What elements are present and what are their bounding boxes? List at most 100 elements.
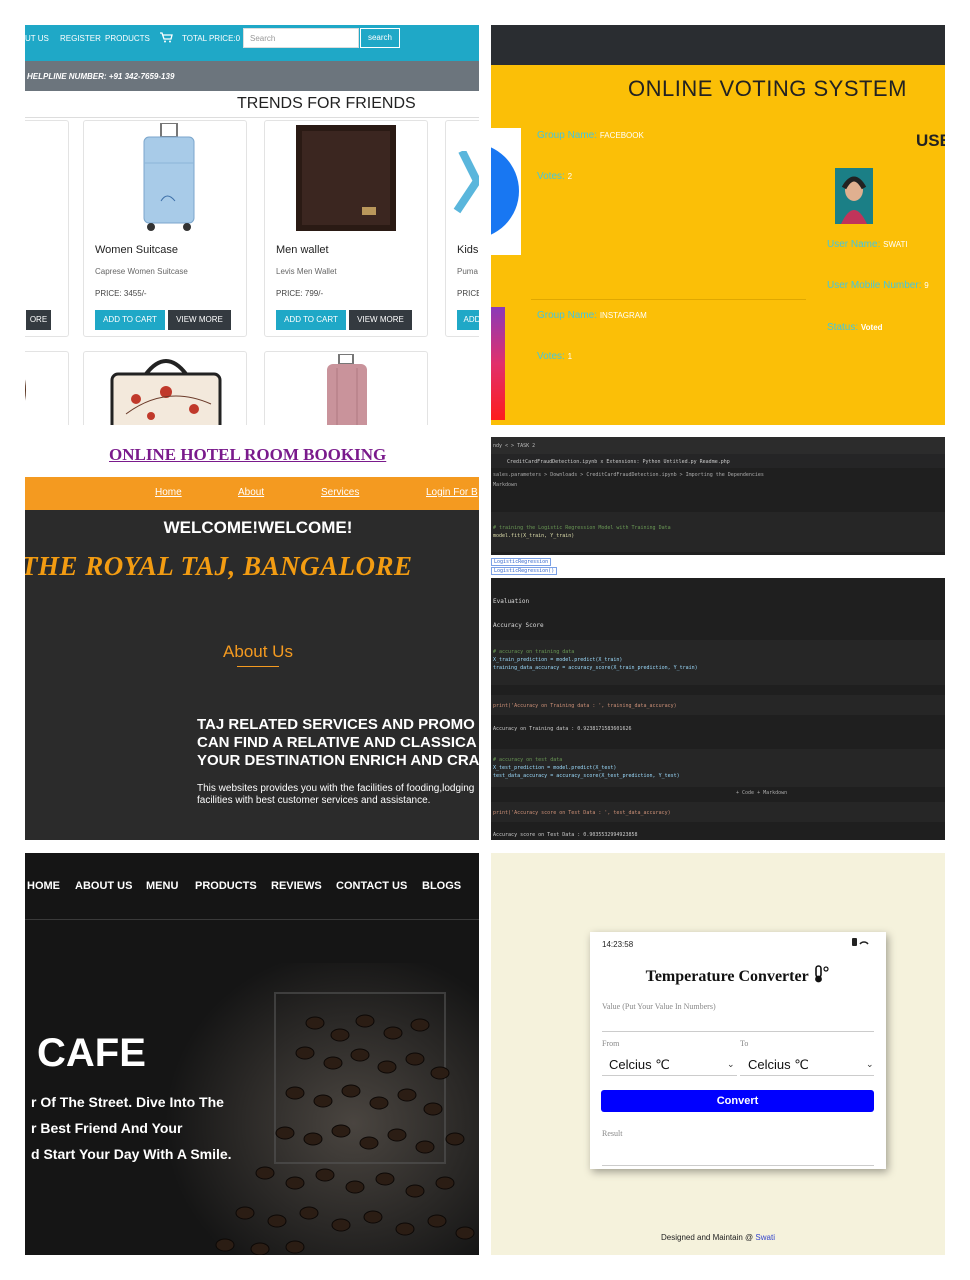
add-to-cart-button[interactable]: ADD TO CART (95, 310, 165, 330)
product-card (264, 351, 428, 425)
suitcase-image (143, 123, 195, 231)
output-gap: LogisticRegression LogisticRegression() (491, 555, 945, 578)
footer: Designed and Maintain @ Swati (491, 1233, 945, 1242)
from-select[interactable]: Celcius ℃ (609, 1057, 670, 1073)
editor-tabs[interactable]: CreditCardFraudDetection.ipynb x Extensi… (507, 459, 730, 465)
product-card: Kids Puma PRICE ADD (445, 120, 479, 337)
nav-link-about[interactable]: About (238, 487, 264, 498)
section-heading: Accuracy Score (493, 622, 544, 629)
facebook-logo-card (491, 128, 521, 255)
clock: 14:23:58 (602, 940, 634, 949)
votes-label: Votes: (537, 171, 565, 182)
about-text-line: YOUR DESTINATION ENRICH AND CRA (197, 752, 479, 769)
temperature-converter-screenshot: 14:23:58 Temperature Converter Value (Pu… (491, 853, 945, 1255)
converter-card: 14:23:58 Temperature Converter Value (Pu… (590, 932, 886, 1169)
votes-value: 2 (567, 172, 573, 181)
trolley-image (327, 354, 367, 425)
nav-link-blogs[interactable]: BLOGS (422, 880, 461, 892)
group-name-value: INSTAGRAM (599, 311, 647, 320)
nav-link-about[interactable]: ABOUT US (75, 880, 132, 892)
view-more-button[interactable]: VIEW MORE (349, 310, 412, 330)
nav-link-register[interactable]: REGISTER (60, 34, 101, 43)
product-description: Caprese Women Suitcase (95, 267, 188, 276)
cart-icon[interactable] (160, 32, 173, 46)
nav-link-about[interactable]: UT US (25, 34, 49, 43)
user-name-label: User Name: (827, 239, 881, 250)
to-label: To (740, 1039, 749, 1048)
author-link[interactable]: Swati (755, 1233, 775, 1242)
hero-text-line: r Of The Street. Dive Into The (31, 1094, 224, 1110)
code-line: # accuracy on training data (493, 649, 575, 655)
avatar (835, 168, 873, 224)
code-line: X_test_prediction = model.predict(X_test… (493, 765, 617, 771)
product-description: Levis Men Wallet (276, 267, 337, 276)
search-input[interactable]: Search (243, 28, 359, 48)
chevron-down-icon[interactable]: ⌄ (866, 1059, 874, 1070)
divider (25, 117, 479, 118)
product-card: Men wallet Levis Men Wallet PRICE: 799/-… (264, 120, 428, 337)
to-select[interactable]: Celcius ℃ (748, 1057, 809, 1073)
code-line: training_data_accuracy = accuracy_score(… (493, 665, 698, 671)
divider (237, 666, 279, 667)
result-label: Result (602, 1129, 623, 1138)
product-card (25, 351, 69, 425)
add-to-cart-button[interactable]: ADD TO CART (276, 310, 346, 330)
status-icons (852, 938, 870, 948)
voting-screenshot: ONLINE VOTING SYSTEM USE Group Name: FAC… (491, 25, 945, 425)
hero-text-line: d Start Your Day With A Smile. (31, 1146, 232, 1162)
nav-link-reviews[interactable]: REVIEWS (271, 880, 322, 892)
output-item: LogisticRegression() (491, 567, 558, 575)
product-card: ORE (25, 120, 69, 337)
group-name-value: FACEBOOK (599, 131, 644, 140)
nav-link-menu[interactable]: MENU (146, 880, 178, 892)
code-line: test_data_accuracy = accuracy_score(X_te… (493, 773, 680, 779)
welcome-heading: WELCOME!WELCOME! (163, 518, 353, 537)
votes-field: Votes: 1 (537, 351, 572, 362)
nav-link-login[interactable]: Login For B (426, 487, 478, 498)
product-description: Puma (457, 267, 478, 276)
code-line: print('Accuracy score on Test Data : ', … (493, 810, 671, 816)
nav-link-contact[interactable]: CONTACT US (336, 880, 407, 892)
shop-screenshot: UT US REGISTER PRODUCTS TOTAL PRICE:0 Se… (25, 25, 479, 425)
nav-link-products[interactable]: PRODUCTS (195, 880, 257, 892)
helpline-banner: HELPLINE NUMBER: +91 342-7659-139 (25, 61, 479, 91)
facebook-logo-icon (491, 147, 519, 235)
add-to-cart-button[interactable]: ADD (457, 310, 479, 330)
top-bar (491, 25, 945, 65)
product-name: Men wallet (276, 244, 329, 256)
app-title-text: Temperature Converter (645, 968, 809, 985)
app-title: Temperature Converter (590, 965, 886, 986)
nav-link-home[interactable]: HOME (27, 880, 60, 892)
chevron-down-icon[interactable]: ⌄ (727, 1059, 735, 1070)
to-underline (740, 1075, 874, 1076)
product-card: Women Suitcase Caprese Women Suitcase PR… (83, 120, 247, 337)
wallet-image (296, 125, 396, 231)
description-line: This websites provides you with the faci… (197, 783, 475, 794)
footer-text: Designed and Maintain @ (661, 1233, 754, 1242)
votes-label: Votes: (537, 351, 565, 362)
code-line: ndy < > TASK 2 (493, 443, 536, 449)
product-name: Kids (457, 244, 479, 256)
laptop-bag-image (110, 359, 222, 425)
result-output (602, 1165, 874, 1166)
output-item: LogisticRegression (491, 558, 552, 566)
code-line: # training the Logistic Regression Model… (493, 525, 671, 531)
add-cell-buttons[interactable]: + Code + Markdown (736, 790, 787, 796)
value-input[interactable] (602, 1031, 874, 1032)
breadcrumb: sales.parameters > Downloads > CreditCar… (493, 472, 764, 478)
site-title[interactable]: ONLINE HOTEL ROOM BOOKING (109, 445, 386, 465)
user-name-field: User Name: SWATI (827, 239, 908, 250)
hotel-navbar: Home About Services Login For B (25, 477, 479, 510)
section-heading: Evaluation (493, 598, 530, 605)
nav-link-services[interactable]: Services (321, 487, 359, 498)
section-heading: TRENDS FOR FRIENDS (237, 95, 416, 112)
nav-link-home[interactable]: Home (155, 487, 182, 498)
search-button[interactable]: search (360, 28, 400, 48)
product-price: PRICE (457, 289, 479, 298)
group-name-field: Group Name: INSTAGRAM (537, 310, 647, 321)
convert-button[interactable]: Convert (601, 1090, 874, 1112)
nav-link-products[interactable]: PRODUCTS (105, 34, 150, 43)
about-text-line: TAJ RELATED SERVICES AND PROMO (197, 716, 475, 733)
view-more-button[interactable]: VIEW MORE (168, 310, 231, 330)
view-more-button[interactable]: ORE (26, 310, 51, 330)
